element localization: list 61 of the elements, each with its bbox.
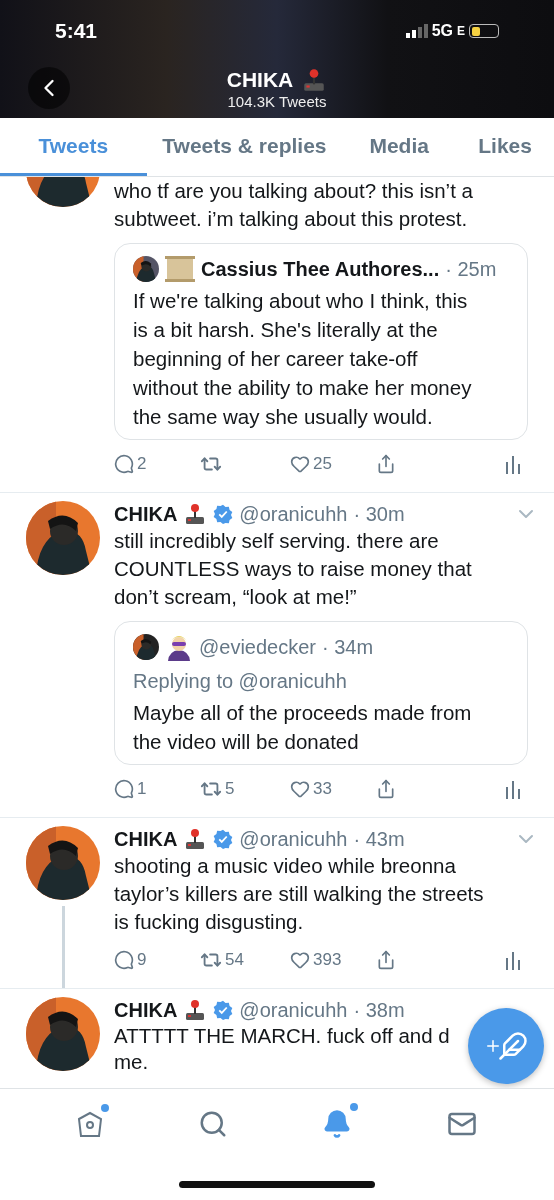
verified-icon (213, 829, 234, 849)
heart-icon (290, 779, 310, 799)
battery-icon (469, 24, 499, 38)
tweet-count: 104.3K Tweets (227, 92, 327, 110)
scroll-icon (165, 256, 195, 282)
heart-icon (290, 454, 310, 474)
profile-tab[interactable]: Media (342, 118, 457, 176)
compose-icon (484, 1031, 528, 1061)
quoted-tweet[interactable] (114, 243, 528, 440)
replying-to-text: Replying to @oranicuhh (133, 669, 348, 694)
quoted-tweet-text: Maybe all of the proceeds made from the video will be donated (133, 700, 472, 755)
share-icon (376, 950, 396, 970)
quoted-tweet-time: · 34m (322, 635, 374, 659)
tweet-text: still incredibly self serving. there are COUNTLESS ways to raise money that don’t scream, “look at me!” (114, 528, 472, 610)
like-button[interactable]: 25 (290, 454, 376, 474)
tweet-text: shooting a music video while breonna taylor’s killers are still walking the streets is fucking disgusting. (114, 853, 484, 935)
quoted-tweet-text: If we're talking about who I think, this is a bit harsh. She's literally at the beginning of her career take-off without the ability to make her money the same way she usually would. (133, 288, 472, 430)
author-handle: @oranicuhh (239, 998, 348, 1022)
like-button[interactable]: 393 (290, 950, 376, 970)
home-icon (77, 1110, 104, 1138)
network-label: 5G (431, 22, 453, 40)
tweet-time: · 43m (353, 827, 405, 851)
quoted-author-handle: @eviedecker (199, 635, 317, 659)
signal-icon (405, 24, 428, 38)
profile-name: CHIKA (226, 67, 294, 92)
compose-button[interactable] (468, 1008, 544, 1084)
verified-icon (213, 1000, 234, 1020)
reply-button[interactable]: 9 (114, 950, 200, 970)
author-handle: @oranicuhh (239, 502, 348, 526)
like-button[interactable]: 33 (290, 779, 376, 799)
reply-icon (114, 454, 134, 474)
reply-button[interactable]: 1 (114, 779, 200, 799)
tweet-time: · 38m (353, 998, 405, 1022)
reply-icon (114, 950, 134, 970)
analytics-icon[interactable] (504, 950, 522, 970)
reply-icon (114, 779, 134, 799)
superhero-icon (165, 633, 193, 661)
back-button[interactable] (28, 67, 70, 109)
share-icon (376, 779, 396, 799)
status-time: 5:41 (55, 19, 98, 43)
share-icon (376, 454, 396, 474)
author-name: CHIKA (114, 502, 178, 526)
verified-icon (213, 504, 234, 524)
author-name: CHIKA (114, 827, 178, 851)
quoted-author-name: Cassius Thee Authores... (201, 257, 440, 281)
reply-button[interactable]: 2 (114, 454, 200, 474)
profile-tab[interactable]: Likes (456, 118, 554, 176)
tweet-text: ATTTTT THE MARCH. fuck off and d me. (114, 1023, 450, 1075)
quoted-tweet[interactable]: @eviedecker · 34m Replying to @oranicuhh Maybe all of the proceeds made from the video will be donated (114, 621, 528, 765)
tweet-time: · 30m (353, 502, 405, 526)
network-suffix: E (457, 24, 465, 38)
retweet-button[interactable]: 54 (200, 949, 290, 971)
profile-tab[interactable]: Tweets & replies (146, 118, 343, 176)
heart-icon (290, 950, 310, 970)
retweet-button[interactable]: 5 (200, 778, 290, 800)
analytics-icon[interactable] (504, 779, 522, 799)
quoted-tweet-time: · 25m (445, 257, 497, 281)
tweet-text: who tf are you talking about? this isn’t a subtweet. i’m talking about this protest. (114, 178, 473, 232)
author-handle: @oranicuhh (239, 827, 348, 851)
analytics-icon[interactable] (504, 454, 522, 474)
author-name: CHIKA (114, 998, 178, 1022)
